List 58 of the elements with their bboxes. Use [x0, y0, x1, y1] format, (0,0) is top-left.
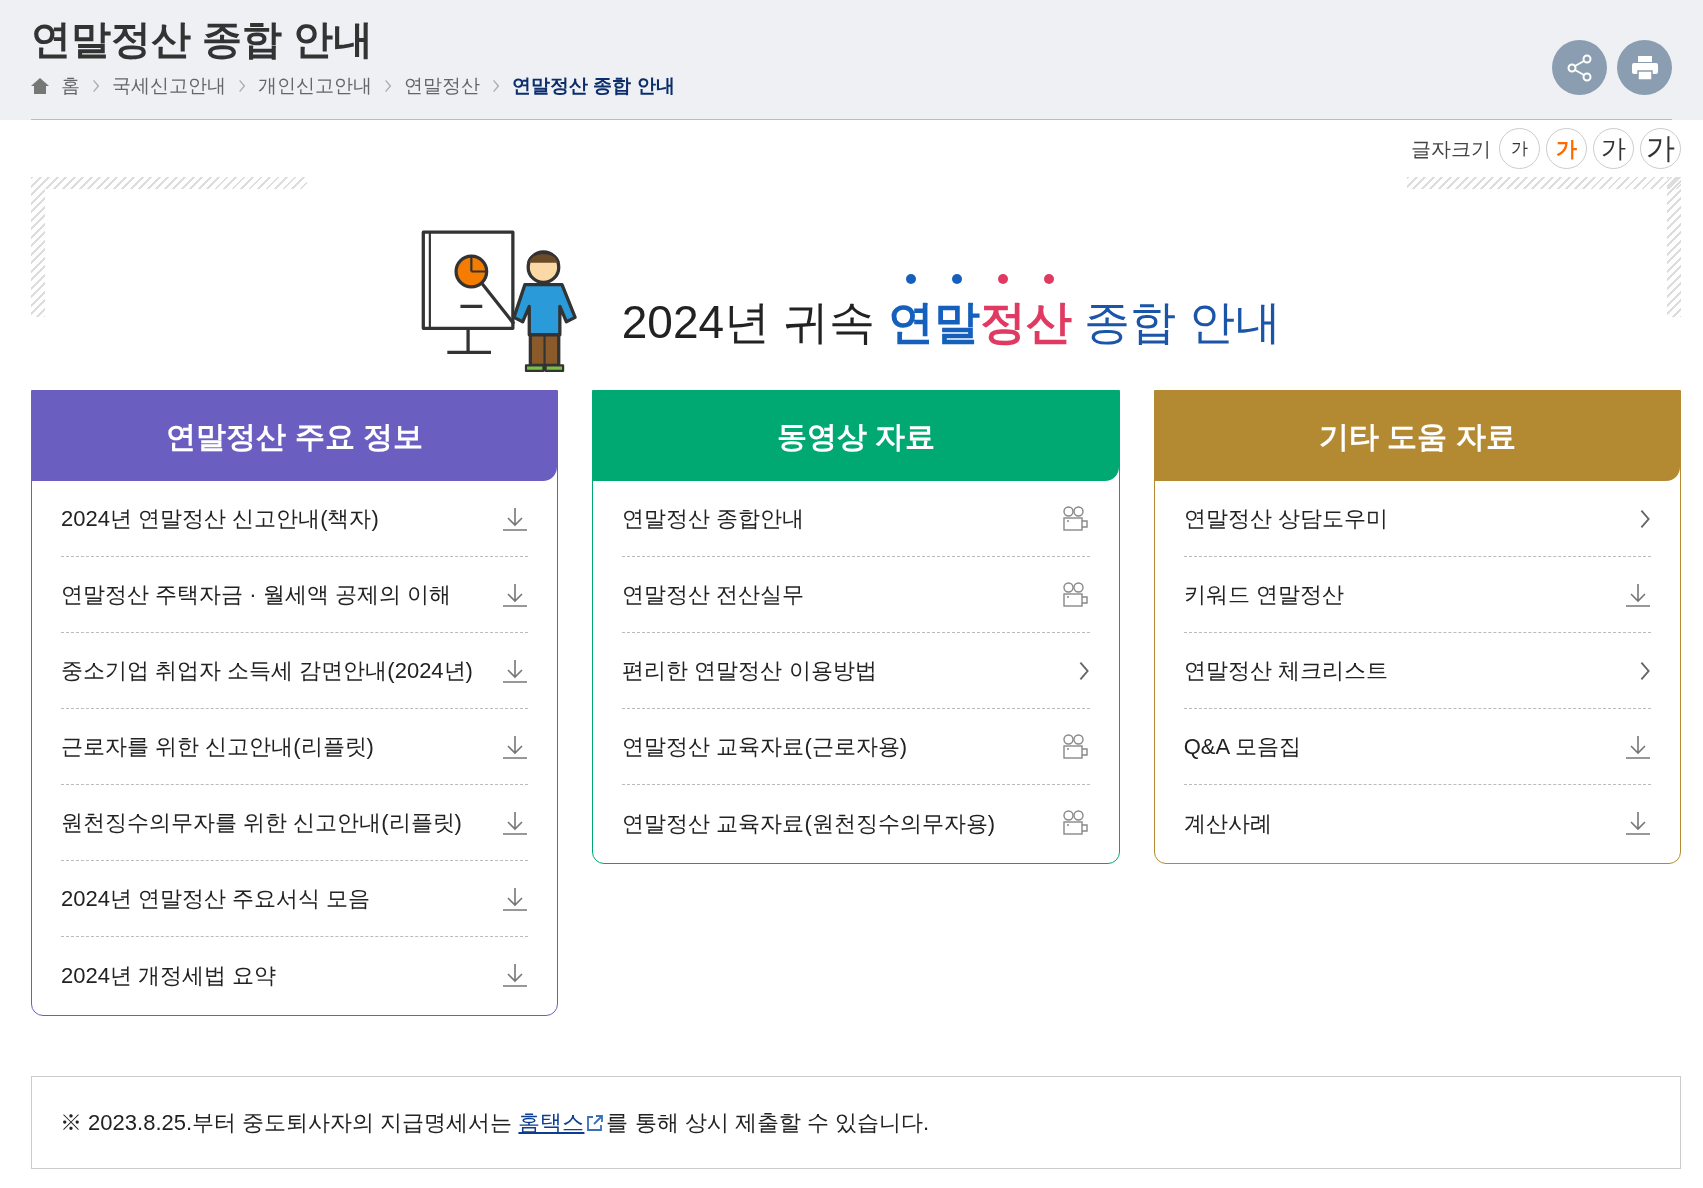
panel-title: 동영상 자료 [776, 418, 936, 455]
resource-link[interactable]: 계산사례 [1183, 785, 1651, 861]
printer-icon [1631, 55, 1658, 80]
home-icon [31, 78, 49, 95]
download-icon [502, 809, 529, 836]
chevron-icon [1639, 508, 1651, 529]
breadcrumb-link[interactable]: 연말정산 종합 안내 [512, 72, 675, 101]
breadcrumb-link[interactable]: 개인신고안내 [258, 72, 372, 101]
chevron-icon [238, 79, 246, 94]
resource-link[interactable]: 연말정산 체크리스트 [1183, 633, 1651, 709]
resource-link[interactable]: 2024년 연말정산 주요서식 모음 [61, 861, 529, 937]
chevron-icon [92, 79, 100, 94]
resource-link[interactable]: 연말정산 상담도우미 [1183, 481, 1651, 557]
download-icon [502, 885, 529, 912]
font-size-label: 글자크기 [1411, 136, 1491, 162]
notice-text: ※ 2023.8.25.부터 중도퇴사자의 지급명세서는 [60, 1109, 514, 1137]
notice-text: 를 통해 상시 제출할 수 있습니다. [606, 1109, 930, 1137]
download-icon [1625, 810, 1651, 836]
chevron-icon [1077, 660, 1090, 681]
hometax-link[interactable]: 홈택스 [518, 1106, 585, 1139]
resource-link[interactable]: 연말정산 주택자금 · 월세액 공제의 이해 [61, 557, 529, 633]
download-icon [1625, 733, 1651, 760]
external-link-icon [586, 1113, 605, 1132]
breadcrumb-link[interactable]: 연말정산 [404, 72, 480, 101]
breadcrumb-link[interactable]: 국세신고안내 [112, 72, 226, 101]
download-icon [502, 505, 529, 532]
resource-link[interactable]: 근로자를 위한 신고안내(리플릿) [61, 709, 529, 785]
download-icon [1625, 581, 1651, 608]
video-camera-icon [1061, 733, 1090, 760]
resource-link[interactable]: Q&A 모음집 [1183, 709, 1651, 785]
resource-link[interactable]: 연말정산 교육자료(원천징수의무자용) [622, 785, 1090, 861]
resource-link[interactable]: 키워드 연말정산 [1183, 557, 1651, 633]
download-icon [502, 962, 529, 988]
resource-link[interactable]: 연말정산 종합안내 [622, 481, 1090, 557]
download-icon [502, 657, 529, 684]
download-icon [502, 733, 529, 760]
panel-title: 기타 도움 자료 [1319, 418, 1516, 455]
share-button[interactable] [1552, 40, 1607, 95]
breadcrumb-link[interactable]: 홈 [61, 72, 80, 101]
download-icon [502, 581, 529, 608]
resource-link[interactable]: 연말정산 전산실무 [622, 557, 1090, 633]
share-icon [1566, 53, 1593, 82]
banner-title: 2024년 귀속 연말정산 종합 안내 [621, 293, 1282, 350]
video-camera-icon [1061, 505, 1090, 532]
resource-link[interactable]: 편리한 연말정산 이용방법 [622, 633, 1090, 709]
chevron-icon [492, 79, 500, 94]
resource-link[interactable]: 원천징수의무자를 위한 신고안내(리플릿) [61, 785, 529, 861]
panel-title: 연말정산 주요 정보 [166, 418, 423, 455]
video-camera-icon [1061, 810, 1090, 836]
chevron-icon [1639, 660, 1651, 681]
resource-link[interactable]: 중소기업 취업자 소득세 감면안내(2024년) [61, 633, 529, 709]
resource-link[interactable]: 2024년 연말정산 신고안내(책자) [61, 481, 529, 557]
video-camera-icon [1061, 581, 1090, 608]
resource-link[interactable]: 연말정산 교육자료(근로자용) [622, 709, 1090, 785]
page-title: 연말정산 종합 안내 [31, 16, 375, 63]
chevron-icon [384, 79, 392, 94]
resource-link[interactable]: 2024년 개정세법 요약 [61, 937, 529, 1013]
print-button[interactable] [1617, 40, 1672, 95]
